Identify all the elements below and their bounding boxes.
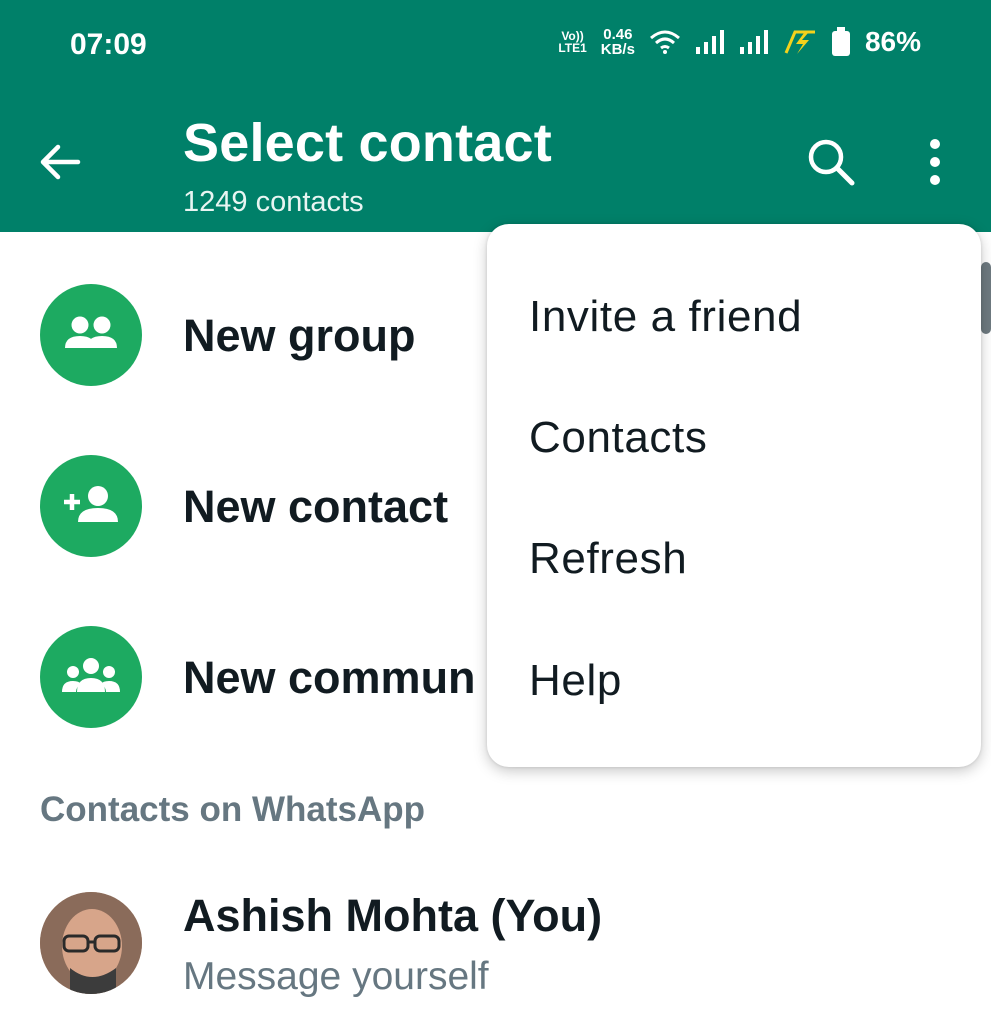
scrollbar[interactable] <box>981 262 991 334</box>
status-icons: Vo)) LTE1 0.46 KB/s 86% <box>558 26 921 58</box>
back-arrow-icon[interactable] <box>36 138 84 186</box>
battery-percentage: 86% <box>864 26 921 57</box>
add-person-icon <box>40 455 142 557</box>
signal-icon <box>695 30 724 54</box>
menu-item-invite-a-friend[interactable]: Invite a friend <box>529 292 802 342</box>
menu-item-help[interactable]: Help <box>529 656 622 706</box>
section-title: Contacts on WhatsApp <box>40 790 425 829</box>
contact-count: 1249 contacts <box>183 186 364 218</box>
menu-item-contacts[interactable]: Contacts <box>529 413 707 463</box>
contact-status: Message yourself <box>183 955 489 998</box>
charging-icon <box>784 30 815 54</box>
battery-icon <box>831 27 850 56</box>
new-community-label: New commun <box>183 652 476 703</box>
group-icon <box>40 284 142 386</box>
overflow-menu: Invite a friend Contacts Refresh Help <box>487 224 981 767</box>
status-time: 07:09 <box>70 28 147 61</box>
new-group-label: New group <box>183 310 416 361</box>
new-contact-label: New contact <box>183 481 449 532</box>
menu-item-refresh[interactable]: Refresh <box>529 534 687 584</box>
more-options-icon[interactable] <box>912 136 958 188</box>
avatar <box>40 892 142 994</box>
search-icon[interactable] <box>803 134 859 190</box>
contact-name: Ashish Mohta (You) <box>183 890 603 941</box>
volte-indicator: Vo)) LTE1 <box>558 29 587 55</box>
wifi-icon <box>649 30 680 54</box>
page-title: Select contact <box>183 113 552 173</box>
status-bar: 07:09 Vo)) LTE1 0.46 KB/s 86% <box>0 0 991 92</box>
community-icon <box>40 626 142 728</box>
signal-icon <box>739 30 768 54</box>
network-speed: 0.46 KB/s <box>600 26 635 58</box>
app-header: 07:09 Vo)) LTE1 0.46 KB/s 86% Select con… <box>0 0 991 232</box>
